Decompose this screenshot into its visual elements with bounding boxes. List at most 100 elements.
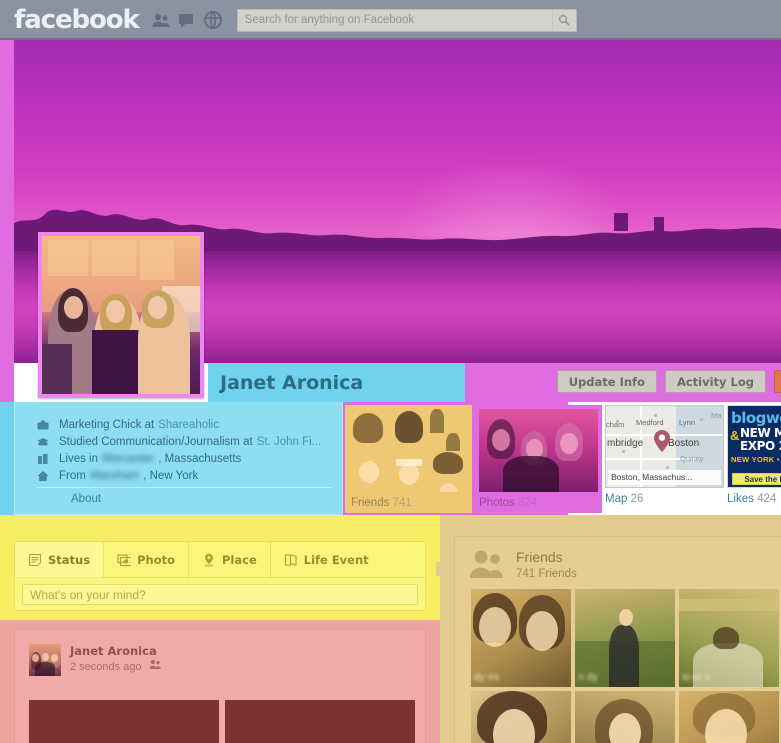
ad-line-1: blogwo [731,409,781,427]
info-city-blurred[interactable]: Worcester [102,453,154,465]
tab-place-label: Place [222,552,257,567]
post-photo[interactable] [29,700,219,743]
search-icon[interactable] [551,9,576,31]
profile-info-card: Marketing Chick at Shareaholic Studied C… [14,402,343,515]
search-input[interactable] [236,8,577,32]
map-label-lynn: Lynn [679,418,695,427]
search-container [236,8,577,32]
tab-life-event-label: Life Event [303,552,369,567]
messages-icon[interactable] [177,10,197,30]
friends-icon [469,549,505,579]
profile-picture[interactable] [38,232,204,398]
post-photo[interactable] [225,700,415,743]
likes-tile-caption: Likes 424 [727,488,781,505]
friends-sidebar-card: Friends 741 Friends dy es n dy si er s [454,536,781,743]
map-label-cham: cham [606,420,625,429]
friend-cell[interactable] [679,691,779,743]
map-label-medford: Medford [636,418,664,427]
info-hometown-blurred[interactable]: Wareham [90,470,139,482]
map-tile-count: 26 [630,493,644,505]
friend-cell[interactable]: si er s [679,589,779,687]
info-education-link[interactable]: St. John Fi... [257,436,322,448]
map-label-quincy: Quincy [680,454,704,463]
nav-icon-group [151,10,223,30]
friends-tile-caption: Friends 741 [349,492,468,509]
photos-tile[interactable]: Photos 324 [475,405,602,513]
info-row-current-city: Lives in Worcester , Massachusetts [37,450,342,467]
info-row-education: Studied Communication/Journalism at St. … [37,433,342,450]
photos-tile-label[interactable]: Photos [479,497,515,509]
avatar[interactable] [29,644,61,676]
notifications-icon[interactable] [203,10,223,30]
likes-tile-label[interactable]: Likes [727,493,754,505]
map-tile-label[interactable]: Map [605,493,627,505]
facebook-logo[interactable]: facebook [14,7,140,33]
likes-tile-image: blogwo & NEW ME EXPO 20 NEW YORK • JUN S… [727,405,781,488]
post-timestamp[interactable]: 2 seconds ago [70,660,142,675]
friends-tile-count: 741 [392,497,412,509]
settings-button-partial[interactable] [774,370,781,393]
ad-line-4: NEW YORK • JUN [731,455,781,464]
friends-sidebar-header: Friends 741 Friends [455,537,781,582]
friends-grid: dy es n dy si er s r [471,589,781,743]
page-title: Janet Aronica [220,371,364,394]
pin-icon [202,553,216,567]
photos-tile-image [479,409,598,492]
ad-line-3: EXPO 20 [740,439,781,453]
map-label-cambridge: mbridge [607,438,644,449]
update-info-button[interactable]: Update Info [556,370,657,393]
map-caption: Boston, Massachus... [608,470,721,485]
note-icon [28,553,42,567]
likes-tile[interactable]: blogwo & NEW ME EXPO 20 NEW YORK • JUN S… [727,405,781,505]
profile-tile-row: Friends 741 Photos 324 Medford Lynn Bost… [345,405,781,513]
activity-log-button[interactable]: Activity Log [664,370,766,393]
friend-cell[interactable]: n dy [575,589,675,687]
photos-tile-caption: Photos 324 [479,492,598,509]
likes-tile-count: 424 [757,493,777,505]
post-author[interactable]: Janet Aronica [70,644,161,659]
briefcase-icon [37,419,49,431]
post-header: Janet Aronica 2 seconds ago [15,630,425,676]
feed-post: Janet Aronica 2 seconds ago [14,629,426,743]
info-row-hometown: From Wareham , New York [37,467,342,484]
friend-name: dy es [474,671,500,683]
friends-tile[interactable]: Friends 741 [345,405,472,513]
map-label-boston: Boston [668,438,700,449]
map-label-ma: Ma [711,411,722,420]
tab-photo-label: Photo [137,552,175,567]
ad-ampersand: & [730,428,740,443]
friends-sidebar-title[interactable]: Friends [516,549,577,566]
tab-place[interactable]: Place [189,541,271,578]
info-city-state: , Massachusetts [158,452,242,465]
tab-status[interactable]: Status [15,541,105,578]
map-pin-icon [654,430,670,452]
book-icon [284,553,298,567]
status-input[interactable] [22,584,418,605]
info-work-text: Marketing Chick at [59,418,155,431]
profile-name-bar: Janet Aronica [208,363,465,402]
friends-tile-label[interactable]: Friends [351,497,389,509]
about-link[interactable]: About [71,493,101,505]
tab-life-event[interactable]: Life Event [271,542,382,578]
post-meta: 2 seconds ago [70,659,161,675]
info-row-work: Marketing Chick at Shareaholic [37,416,342,433]
friend-cell[interactable] [575,691,675,743]
city-icon [37,453,49,465]
friend-cell[interactable] [471,691,571,743]
top-navigation-bar: facebook [0,0,781,40]
friend-name: si er s [682,671,711,683]
map-tile[interactable]: Medford Lynn Boston mbridge cham Quincy … [605,405,724,505]
tab-status-label: Status [48,552,91,567]
info-hometown-text: From [59,469,86,482]
friend-requests-icon[interactable] [151,10,171,30]
info-city-text: Lives in [59,452,98,465]
graduation-cap-icon [37,436,49,448]
ad-line-5: Save the Da [732,473,781,485]
composer-pointer [427,562,435,576]
tab-photo[interactable]: Photo [104,541,189,578]
friend-cell[interactable]: dy es [471,589,571,687]
friends-audience-icon[interactable] [149,659,161,675]
info-work-link[interactable]: Shareaholic [158,419,219,431]
friends-sidebar-subtitle: 741 Friends [516,568,577,580]
profile-action-buttons: Update Info Activity Log [556,370,781,393]
